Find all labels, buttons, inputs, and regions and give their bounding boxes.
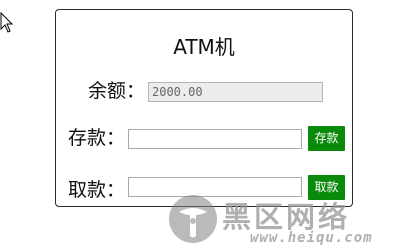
heiqu-logo-icon: [169, 195, 217, 243]
balance-label: 余额：: [88, 80, 146, 102]
withdraw-label: 取款：: [68, 179, 126, 201]
deposit-input[interactable]: [128, 129, 302, 149]
atm-title: ATM机: [173, 35, 235, 59]
balance-field: 2000.00: [148, 82, 323, 102]
atm-panel: ATM机 余额： 2000.00 存款： 存款 取款： 取款: [55, 9, 353, 207]
watermark-url: www.heiqu.com: [250, 230, 373, 246]
deposit-button[interactable]: 存款: [308, 126, 345, 151]
deposit-label: 存款：: [68, 127, 126, 149]
mouse-pointer-icon: [0, 12, 14, 33]
watermark: 黑区网络 www.heiqu.com: [164, 190, 400, 252]
